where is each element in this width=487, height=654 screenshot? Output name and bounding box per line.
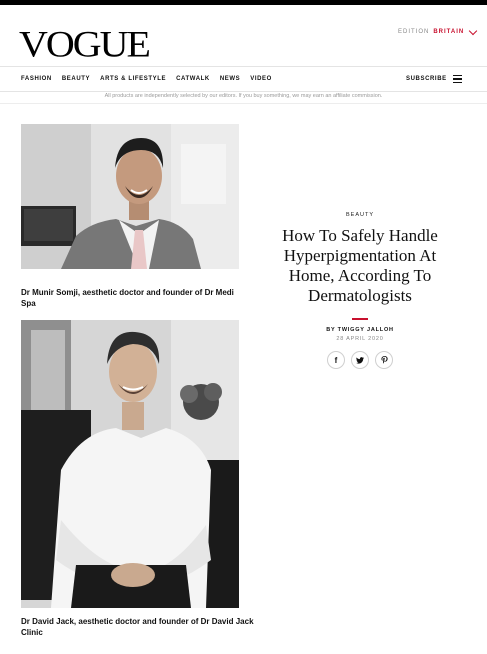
chevron-down-icon (468, 26, 478, 35)
nav-item-arts-lifestyle[interactable]: ARTS & LIFESTYLE (100, 76, 166, 82)
vogue-logo[interactable]: VOGUE (19, 26, 151, 63)
edition-selector[interactable]: EDITION BRITAIN (398, 26, 478, 35)
article-headline: How To Safely Handle Hyperpigmentation A… (282, 226, 438, 305)
nav-item-catwalk[interactable]: CATWALK (176, 76, 210, 82)
twitter-icon[interactable] (351, 351, 369, 369)
portrait-photo-munir-somji (21, 124, 239, 269)
hamburger-menu-icon[interactable] (453, 75, 462, 83)
divider (0, 103, 487, 104)
article-date: 28 APRIL 2020 (336, 336, 384, 342)
nav-item-beauty[interactable]: BEAUTY (62, 76, 90, 82)
edition-value: BRITAIN (433, 29, 465, 35)
photo-caption: Dr David Jack, aesthetic doctor and foun… (21, 617, 254, 637)
pinterest-icon[interactable] (375, 351, 393, 369)
photo-caption: Dr Munir Somji, aesthetic doctor and fou… (21, 288, 234, 308)
nav-item-fashion[interactable]: FASHION (21, 76, 52, 82)
subscribe-link[interactable]: SUBSCRIBE (406, 76, 447, 82)
edition-label: EDITION (398, 29, 430, 35)
portrait-photo-david-jack (21, 320, 239, 608)
top-black-bar (0, 0, 487, 5)
main-nav: FASHION BEAUTY ARTS & LIFESTYLE CATWALK … (0, 66, 487, 92)
nav-item-video[interactable]: VIDEO (250, 76, 272, 82)
article-byline[interactable]: BY TWIGGY JALLOH (270, 327, 450, 333)
nav-item-news[interactable]: NEWS (220, 76, 240, 82)
article-category[interactable]: BEAUTY (270, 212, 450, 218)
article-header: BEAUTY How To Safely Handle Hyperpigment… (270, 210, 450, 369)
accent-divider (352, 318, 368, 320)
affiliate-disclaimer: All products are independently selected … (104, 93, 383, 99)
facebook-icon[interactable]: f (327, 351, 345, 369)
share-buttons: f (270, 351, 450, 369)
